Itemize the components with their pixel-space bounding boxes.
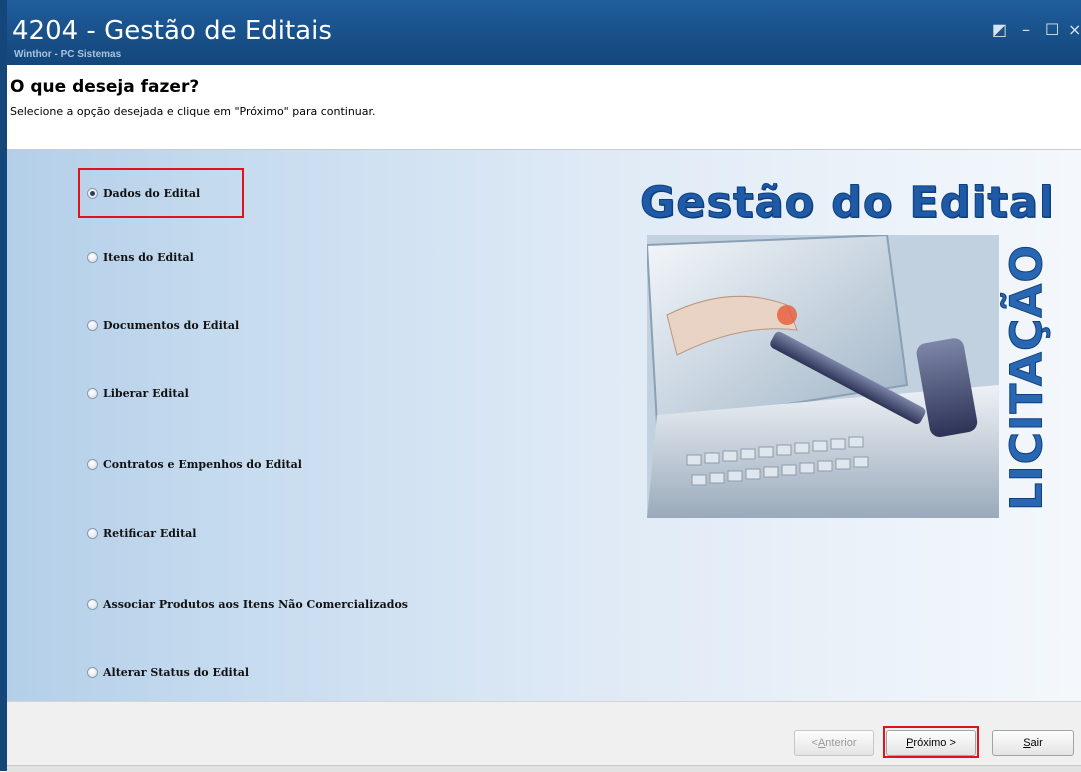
previous-accel: A <box>817 737 826 749</box>
exit-accel: S <box>1023 737 1031 749</box>
option-liberar-edital[interactable]: Liberar Edital <box>87 387 189 400</box>
gavel-illustration <box>647 235 999 518</box>
option-label: Alterar Status do Edital <box>103 666 250 679</box>
option-associar-produtos[interactable]: Associar Produtos aos Itens Não Comercia… <box>87 598 408 611</box>
application-window: 4204 - Gestão de Editais Winthor - PC Si… <box>0 0 1081 772</box>
title-bar[interactable]: 4204 - Gestão de Editais Winthor - PC Si… <box>7 0 1081 65</box>
page-title: O que deseja fazer? <box>10 77 200 97</box>
page-instruction: Selecione a opção desejada e clique em "… <box>10 105 376 118</box>
option-label: Associar Produtos aos Itens Não Comercia… <box>103 598 408 611</box>
option-label: Documentos do Edital <box>103 319 240 332</box>
radio-icon[interactable] <box>87 320 98 331</box>
previous-rest: nterior <box>825 737 857 749</box>
banner-vertical-text: LICITAÇÃO <box>1002 244 1054 511</box>
option-label: Contratos e Empenhos do Edital <box>103 458 302 471</box>
next-button-highlight-box <box>883 726 979 758</box>
selection-highlight-box <box>78 168 244 218</box>
radio-icon[interactable] <box>87 667 98 678</box>
window-title: 4204 - Gestão de Editais <box>12 16 332 46</box>
option-contratos-e-empenhos[interactable]: Contratos e Empenhos do Edital <box>87 458 302 471</box>
exit-rest: air <box>1030 737 1043 749</box>
option-itens-do-edital[interactable]: Itens do Edital <box>87 251 194 264</box>
wizard-header: O que deseja fazer? Selecione a opção de… <box>7 65 1081 150</box>
maximize-icon[interactable]: ☐ <box>1045 20 1059 39</box>
exit-button[interactable]: Sair <box>992 730 1074 756</box>
radio-icon[interactable] <box>87 252 98 263</box>
option-documentos-do-edital[interactable]: Documentos do Edital <box>87 319 239 332</box>
radio-icon[interactable] <box>87 528 98 539</box>
radio-icon[interactable] <box>87 599 98 610</box>
option-label: Itens do Edital <box>103 251 194 264</box>
radio-icon[interactable] <box>87 388 98 399</box>
close-icon[interactable]: × <box>1068 20 1081 39</box>
radio-icon[interactable] <box>87 459 98 470</box>
window-subtitle: Winthor - PC Sistemas <box>14 49 122 60</box>
option-label: Retificar Edital <box>103 527 197 540</box>
option-retificar-edital[interactable]: Retificar Edital <box>87 527 197 540</box>
brand-banner: Gestão do Edital LICITAÇÃO <box>640 178 1080 518</box>
restore-icon[interactable]: ◩ <box>992 20 1007 39</box>
minimize-icon[interactable]: – <box>1022 20 1030 39</box>
banner-vertical-text-wrap: LICITAÇÃO <box>1000 236 1055 519</box>
option-label: Liberar Edital <box>103 387 189 400</box>
banner-title: Gestão do Edital <box>640 178 1055 229</box>
option-alterar-status[interactable]: Alterar Status do Edital <box>87 666 249 679</box>
gavel-keyboard-image <box>647 235 999 518</box>
previous-button[interactable]: < Anterior <box>794 730 874 756</box>
